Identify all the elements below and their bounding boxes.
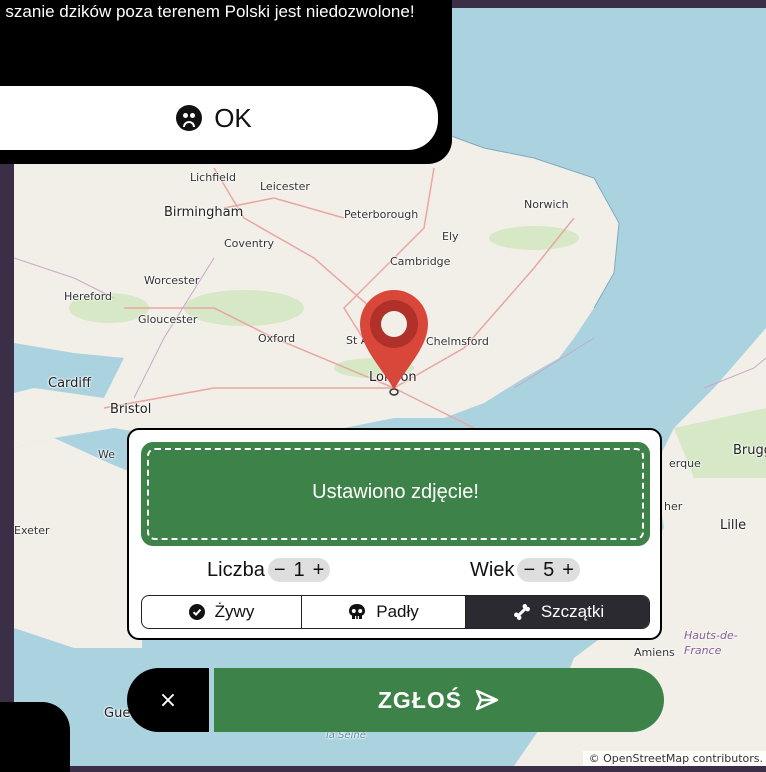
age-value: 5 (543, 558, 555, 581)
report-panel: Ustawiono zdjęcie! Liczba − 1 + Wiek − 5… (127, 428, 662, 640)
age-increment-button[interactable]: + (562, 559, 574, 582)
state-option-remains[interactable]: Szczątki (466, 596, 649, 628)
ok-button[interactable]: OK (0, 86, 438, 150)
photo-dropzone[interactable]: Ustawiono zdjęcie! (141, 442, 650, 546)
count-control: Liczba − 1 + (207, 558, 331, 582)
age-stepper: − 5 + (517, 558, 580, 582)
place-cardiff: Cardiff (48, 376, 91, 391)
place-coventry: Coventry (224, 237, 275, 250)
count-label: Liczba (207, 558, 265, 581)
place-amiens: Amiens (634, 646, 675, 659)
place-gloucester: Gloucester (138, 313, 198, 326)
place-we: We (98, 448, 115, 461)
age-label: Wiek (470, 558, 515, 581)
place-bristol: Bristol (110, 402, 152, 417)
send-icon (475, 689, 499, 711)
submit-report-button[interactable]: ZGŁOŚ (214, 668, 664, 732)
place-chelmsford: Chelmsford (426, 335, 489, 348)
check-circle-icon (188, 604, 205, 620)
place-peterborough: Peterborough (344, 208, 419, 221)
place-leicester: Leicester (260, 180, 310, 193)
place-her: her (664, 500, 683, 513)
photo-status-label: Ustawiono zdjęcie! (312, 481, 479, 503)
place-dunkerque: erque (669, 457, 701, 470)
state-option-dead-label: Padły (376, 602, 419, 621)
bone-icon (513, 604, 530, 620)
place-brugge: Brugg (733, 443, 766, 458)
place-lille: Lille (720, 518, 747, 533)
map-attribution[interactable]: © OpenStreetMap contributors. (582, 751, 766, 766)
age-decrement-button[interactable]: − (523, 559, 535, 582)
sad-face-icon (176, 105, 203, 131)
place-lichfield: Lichfield (190, 171, 236, 184)
state-option-alive[interactable]: Żywy (142, 596, 302, 628)
place-norwich: Norwich (524, 198, 569, 211)
place-exeter: Exeter (14, 524, 50, 537)
corner-panel (0, 702, 70, 772)
place-hereford: Hereford (64, 290, 113, 303)
submit-report-label: ZGŁOŚ (377, 686, 463, 713)
count-increment-button[interactable]: + (313, 559, 325, 582)
age-control: Wiek − 5 + (470, 558, 580, 582)
alert-dialog: szanie dzików poza terenem Polski jest n… (0, 0, 452, 164)
place-ely: Ely (442, 230, 459, 243)
state-option-alive-label: Żywy (214, 602, 255, 621)
cancel-button[interactable]: × (127, 668, 209, 732)
place-worcester: Worcester (144, 274, 200, 287)
close-icon: × (158, 687, 178, 713)
location-marker-icon[interactable] (354, 284, 434, 396)
state-option-remains-label: Szczątki (540, 602, 605, 621)
place-cambridge: Cambridge (390, 255, 451, 268)
skull-icon (349, 604, 366, 619)
state-option-dead[interactable]: Padły (302, 596, 466, 628)
count-stepper: − 1 + (267, 558, 331, 582)
alert-message: szanie dzików poza terenem Polski jest n… (5, 2, 415, 21)
place-birmingham: Birmingham (164, 205, 244, 220)
left-edge-bar (0, 160, 14, 766)
place-guernsey: Gue (104, 706, 131, 721)
place-oxford: Oxford (258, 332, 296, 345)
state-segmented-control: Żywy Padły Szczątki (141, 595, 650, 629)
ok-button-label: OK (214, 102, 252, 133)
count-value: 1 (293, 558, 305, 581)
count-decrement-button[interactable]: − (274, 559, 286, 582)
place-hauts-de-france: Hauts-de- France (684, 629, 738, 657)
